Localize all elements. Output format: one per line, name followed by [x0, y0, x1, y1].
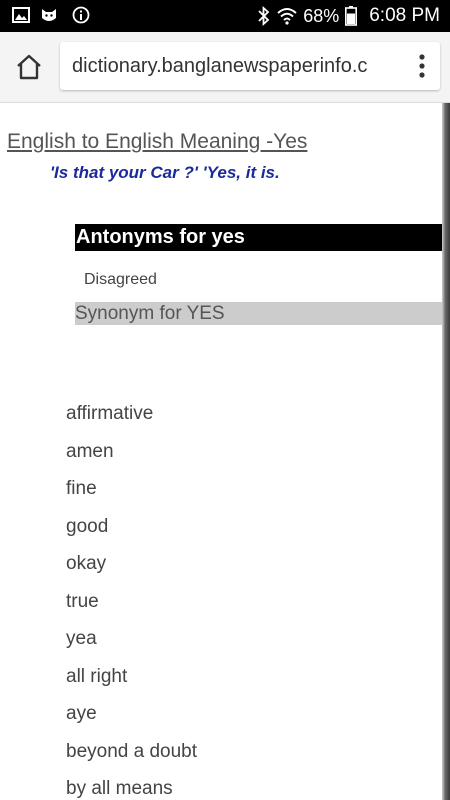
- browser-toolbar: dictionary.banglanewspaperinfo.c: [0, 32, 450, 103]
- synonym-item: beyond a doubt: [66, 740, 198, 762]
- synonyms-title: Synonym for YES: [75, 302, 442, 325]
- info-icon: [72, 6, 90, 24]
- home-icon[interactable]: [14, 52, 44, 82]
- synonym-item: true: [66, 590, 99, 612]
- status-right: 68% 6:08 PM: [257, 4, 440, 28]
- bluetooth-icon: [258, 6, 270, 26]
- overflow-menu-button[interactable]: [404, 42, 440, 90]
- battery-icon: [345, 6, 358, 26]
- synonym-item: okay: [66, 553, 107, 574]
- url-bar[interactable]: dictionary.banglanewspaperinfo.c: [60, 42, 440, 90]
- gallery-icon: [12, 7, 30, 23]
- url-text[interactable]: dictionary.banglanewspaperinfo.c: [72, 55, 367, 78]
- synonym-item: fine: [66, 478, 97, 499]
- synonym-item: all right: [66, 665, 128, 687]
- antonym-item: Disagreed: [84, 271, 157, 288]
- synonym-list: affirmative amen fine good okay true yea…: [66, 399, 197, 800]
- example-sentence: 'Is that your Car ?' 'Yes, it is.: [50, 163, 280, 182]
- synonym-item: good: [66, 515, 109, 537]
- antonyms-title: Antonyms for yes: [75, 224, 442, 251]
- synonym-item: by all means: [66, 778, 173, 799]
- cat-app-icon: [42, 9, 56, 21]
- wifi-icon: [277, 8, 297, 25]
- clock-time: 6:08 PM: [369, 5, 440, 26]
- side-background-image: [442, 103, 450, 800]
- synonym-item: affirmative: [66, 403, 154, 424]
- more-vert-icon[interactable]: [404, 42, 440, 90]
- synonym-item: yea: [66, 628, 97, 649]
- page-heading-link[interactable]: English to English Meaning -Yes: [7, 130, 307, 154]
- battery-percent: 68%: [303, 5, 340, 26]
- synonym-item: amen: [66, 440, 114, 462]
- synonym-item: aye: [66, 703, 97, 724]
- status-bar: 68% 6:08 PM: [0, 0, 450, 32]
- page-content: English to English Meaning -Yes 'Is that…: [0, 103, 450, 800]
